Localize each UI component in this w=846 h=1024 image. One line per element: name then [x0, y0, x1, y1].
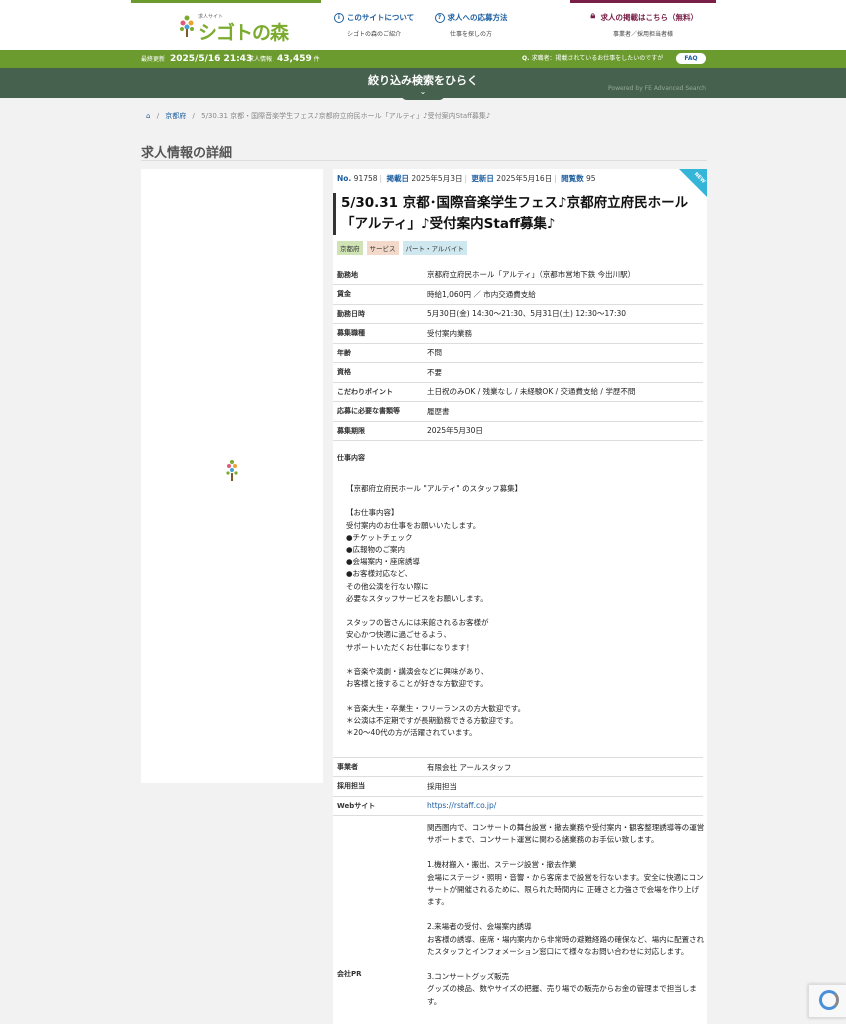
- recaptcha-icon: [819, 990, 839, 1010]
- detail-row-documents: 応募に必要な書類等 履歴書: [333, 402, 703, 422]
- logo-name: シゴトの森: [198, 22, 289, 44]
- company-pr: 会社PR 関西圏内で、コンサートの舞台設営・撤去業務や受付案内・観客整理誘導等の…: [333, 814, 705, 1024]
- updated-date: 2025年5月16日: [496, 174, 553, 183]
- job-tags: 京都府 サービス パート・アルバイト: [337, 241, 467, 255]
- job-meta: No. 91758 | 掲載日 2025年5月3日 | 更新日 2025年5月16日…: [337, 174, 596, 183]
- info-icon: i: [333, 12, 344, 23]
- job-count: 求人情報 43,459 件: [248, 54, 320, 64]
- nav-apply-sub: 仕事を探しの方: [449, 31, 492, 38]
- question-icon: ?: [434, 12, 445, 23]
- company-table: 事業者 有限会社 アールスタッフ 採用担当 採用担当 Webサイト https://r…: [333, 757, 703, 816]
- detail-row-age: 年齢 不問: [333, 344, 703, 363]
- home-icon[interactable]: ⌂: [146, 112, 150, 120]
- detail-row-schedule: 勤務日時 5月30日(金) 14:30〜21:30、5月31日(土) 12:30〜…: [333, 305, 703, 324]
- breadcrumb-current: 5/30.31 京都・国際音楽学生フェス♪京都府立府民ホール「アルティ」♪受付案…: [201, 112, 491, 120]
- company-pr-label: 会社PR: [337, 970, 362, 978]
- job-content: 【京都府立府民ホール "アルティ" のスタッフ募集】 【お仕事内容】 受付案内の…: [346, 484, 526, 738]
- last-updated: 最終更新 2025/5/16 21:43: [141, 54, 253, 64]
- lock-icon: 🔒︎: [590, 10, 596, 21]
- header-strip-green: [131, 0, 321, 3]
- job-title: 5/30.31 京都･国際音楽学生フェス♪京都府立府民ホール「アルティ」♪受付案…: [333, 193, 693, 235]
- detail-row-qualification: 資格 不要: [333, 363, 703, 383]
- detail-row-features: こだわりポイント 土日祝のみOK / 残業なし / 未経験OK / 交通費支給 /…: [333, 383, 703, 402]
- tree-logo-icon: [180, 15, 194, 37]
- powered-by: Powered by FE Advanced Search: [608, 85, 706, 92]
- posted-date: 2025年5月3日: [411, 174, 463, 183]
- tag-employment-type[interactable]: パート・アルバイト: [402, 241, 467, 255]
- faq-button[interactable]: FAQ: [676, 53, 706, 64]
- company-row-employer: 事業者 有限会社 アールスタッフ: [333, 757, 703, 777]
- detail-row-location: 勤務地 京都府立府民ホール「アルティ」（京都市営地下鉄 今出川駅）: [333, 265, 703, 285]
- recaptcha-badge[interactable]: [808, 984, 846, 1018]
- image-panel: [141, 169, 323, 783]
- website-link[interactable]: https://rstaff.co.jp/: [427, 801, 496, 810]
- company-pr-text: 関西圏内で、コンサートの舞台設営・撤去業務や受付案内・観客整理誘導等の運営サポー…: [427, 823, 705, 1006]
- nav-post-sub: 事業者／採用担当者様: [612, 31, 673, 38]
- title-divider: [141, 160, 707, 161]
- info-bar: 最終更新 2025/5/16 21:43 求人情報 43,459 件 Q. 求職者：…: [0, 50, 846, 68]
- nav-about-label: このサイトについて: [346, 13, 415, 22]
- nav-about[interactable]: i このサイトについて シゴトの森のご紹介: [332, 12, 416, 38]
- tag-industry[interactable]: サービス: [366, 241, 399, 255]
- seeker-link[interactable]: Q. 求職者：掲載されているお仕事をしたいのですが: [522, 50, 663, 68]
- site-logo[interactable]: 求人サイト シゴトの森: [178, 10, 308, 44]
- job-content-label: 仕事内容: [337, 454, 365, 462]
- breadcrumb: ⌂ / 京都府 / 5/30.31 京都・国際音楽学生フェス♪京都府立府民ホール…: [146, 112, 491, 120]
- detail-row-position: 募集職種 受付案内業務: [333, 324, 703, 344]
- job-detail: No. 91758 | 掲載日 2025年5月3日 | 更新日 2025年5月16日…: [333, 169, 707, 1024]
- search-toggle-tab[interactable]: ⌄: [401, 86, 445, 100]
- nav-about-sub: シゴトの森のご紹介: [346, 31, 401, 38]
- tree-placeholder-icon: [226, 460, 238, 481]
- tag-prefecture[interactable]: 京都府: [337, 241, 363, 255]
- breadcrumb-category[interactable]: 京都府: [165, 112, 186, 120]
- company-row-contact: 採用担当 採用担当: [333, 777, 703, 797]
- job-number: 91758: [353, 174, 378, 183]
- nav-post-job[interactable]: 🔒︎ 求人の掲載はこちら（無料） 事業者／採用担当者様: [588, 10, 699, 38]
- site-header: 求人サイト シゴトの森 i このサイトについて シゴトの森のご紹介 ? 求人への応募…: [0, 0, 846, 50]
- nav-apply-label: 求人への応募方法: [447, 13, 508, 22]
- detail-row-wage: 賃金 時給1,060円 ／ 市内交通費支給: [333, 285, 703, 305]
- job-details-table: 勤務地 京都府立府民ホール「アルティ」（京都市営地下鉄 今出川駅） 賃金 時給1,0…: [333, 265, 703, 441]
- chevron-down-icon: ⌄: [419, 87, 427, 96]
- nav-apply[interactable]: ? 求人への応募方法 仕事を探しの方: [433, 12, 509, 38]
- detail-row-deadline: 募集期限 2025年5月30日: [333, 422, 703, 441]
- view-count: 95: [586, 174, 596, 183]
- page-title: 求人情報の詳細: [141, 146, 233, 161]
- header-strip-pink: [570, 0, 716, 3]
- nav-post-label: 求人の掲載はこちら（無料）: [600, 13, 699, 22]
